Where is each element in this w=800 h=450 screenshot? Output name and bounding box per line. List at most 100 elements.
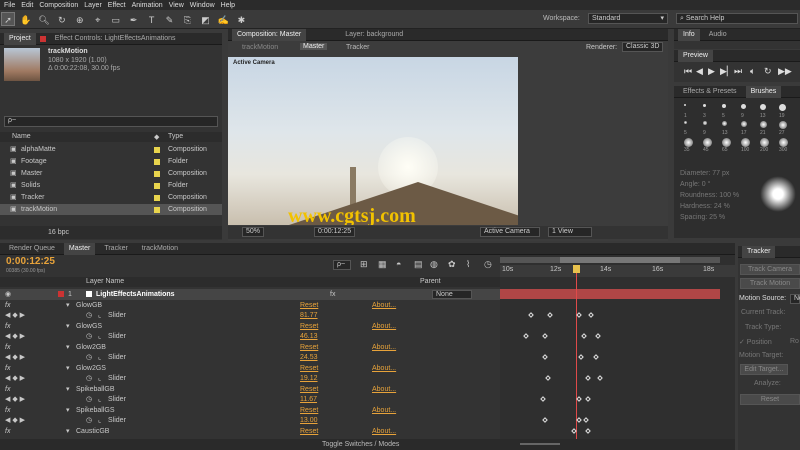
keyframe-nav-icon[interactable]: ◀ ◆ ▶ (5, 415, 25, 426)
stopwatch-icon[interactable]: ◷ (86, 373, 92, 384)
play-icon[interactable]: ▶ (708, 66, 715, 77)
brush-tip[interactable] (779, 104, 786, 111)
brush-property[interactable]: Hardness: 24 % (680, 203, 730, 210)
keyframe-nav-icon[interactable]: ◀ ◆ ▶ (5, 394, 25, 405)
slider-value[interactable]: 13.00 (300, 415, 318, 426)
about-link[interactable]: About... (372, 426, 396, 437)
frame-blending-icon[interactable]: ▤ (414, 259, 423, 270)
flow-trackmotion[interactable]: trackMotion (242, 44, 278, 51)
tab-tracker-panel[interactable]: Tracker (742, 245, 776, 258)
tab-composition-master[interactable]: Composition: Master (232, 28, 307, 41)
pen-tool-icon[interactable]: ✒ (127, 13, 141, 27)
rotation-checkbox[interactable]: Ro (790, 338, 799, 345)
label-color-icon[interactable] (154, 207, 160, 213)
tab-brushes[interactable]: Brushes (745, 85, 782, 98)
slider-row[interactable]: ◀ ◆ ▶ ◷ ⌞ Slider 81.77 (0, 310, 500, 321)
keyframe-icon[interactable] (542, 417, 549, 423)
layer-color-icon[interactable] (58, 291, 64, 297)
brush-tip[interactable] (684, 138, 693, 147)
slider-value[interactable]: 46.13 (300, 331, 318, 342)
keyframe-icon[interactable] (585, 375, 592, 381)
time-graph[interactable]: 10s 12s 14s 16s 18s (500, 255, 735, 439)
brush-tip[interactable] (741, 138, 750, 147)
effect-name[interactable]: CausticGB (76, 426, 109, 437)
label-color-icon[interactable] (154, 159, 160, 165)
menu-layer[interactable]: Layer (84, 2, 102, 9)
comp-viewer[interactable]: Active Camera www.cgtsj.com (228, 57, 518, 225)
camera-tool-icon[interactable]: ⊕ (73, 13, 87, 27)
brush-tip[interactable] (779, 138, 788, 147)
reset-link[interactable]: Reset (300, 426, 318, 437)
slider-row[interactable]: ◀ ◆ ▶ ◷ ⌞ Slider 13.00 (0, 415, 500, 426)
eraser-tool-icon[interactable]: ◩ (198, 13, 212, 27)
brainstorm-icon[interactable]: ✿ (448, 259, 456, 270)
hand-tool-icon[interactable]: ✋ (19, 13, 33, 27)
draft-3d-icon[interactable]: ▦ (378, 259, 387, 270)
keyframe-icon[interactable] (578, 354, 585, 360)
menu-help[interactable]: Help (221, 2, 235, 9)
label-color-icon[interactable] (154, 147, 160, 153)
brush-tip[interactable] (703, 104, 706, 107)
workspace-select[interactable]: Standard ▾ (588, 13, 668, 24)
slider-row[interactable]: ◀ ◆ ▶ ◷ ⌞ Slider 46.13 (0, 331, 500, 342)
position-checkbox[interactable]: ✓ Position (739, 338, 772, 346)
keyframe-icon[interactable] (547, 312, 553, 318)
edit-target-button[interactable]: Edit Target... (740, 364, 788, 375)
type-tool-icon[interactable]: T (145, 13, 159, 27)
slider-value[interactable]: 11.67 (300, 394, 317, 405)
renderer-select[interactable]: Classic 3D (622, 42, 664, 52)
keyframe-icon[interactable] (542, 333, 549, 339)
brush-property[interactable]: Roundness: 100 % (680, 192, 739, 199)
col-layer-name[interactable]: Layer Name (86, 278, 124, 285)
brush-tool-icon[interactable]: ✎ (163, 13, 177, 27)
keyframe-icon[interactable] (585, 428, 592, 434)
tab-project[interactable]: Project (4, 32, 36, 45)
search-help-input[interactable]: ⌕ Search Help (676, 13, 798, 24)
label-color-icon[interactable] (154, 171, 160, 177)
layer-duration-bar[interactable] (500, 289, 720, 299)
col-name[interactable]: Name (12, 133, 31, 140)
tab-render-queue[interactable]: Render Queue (4, 243, 60, 255)
brush-tip[interactable] (722, 104, 726, 108)
menu-window[interactable]: Window (190, 2, 215, 9)
flow-tracker[interactable]: Tracker (346, 44, 369, 51)
slider-row[interactable]: ◀ ◆ ▶ ◷ ⌞ Slider 11.67 (0, 394, 500, 405)
keyframe-icon[interactable] (597, 375, 604, 381)
track-camera-button[interactable]: Track Camera (740, 264, 800, 275)
project-item[interactable]: ▣ Master Composition (0, 168, 222, 179)
motion-source-select[interactable]: No (790, 294, 800, 304)
slider-row[interactable]: ◀ ◆ ▶ ◷ ⌞ Slider 19.12 (0, 373, 500, 384)
stopwatch-icon[interactable]: ◷ (86, 331, 92, 342)
camera-select[interactable]: Active Camera (480, 227, 540, 237)
motion-blur-icon[interactable]: ◍ (430, 259, 438, 270)
effect-row[interactable]: fx ▾ CausticGB Reset About... (0, 426, 500, 437)
project-item[interactable]: ▣ Tracker Composition (0, 192, 222, 203)
brush-tip[interactable] (760, 104, 766, 110)
tab-layer-background[interactable]: Layer: background (340, 29, 408, 41)
tab-audio[interactable]: Audio (704, 29, 732, 41)
brush-property[interactable]: Angle: 0 ° (680, 181, 710, 188)
menu-effect[interactable]: Effect (108, 2, 126, 9)
tab-trackmotion[interactable]: trackMotion (137, 243, 183, 255)
brush-tip[interactable] (722, 138, 731, 147)
tab-preview[interactable]: Preview (678, 49, 713, 62)
tab-tracker[interactable]: Tracker (99, 243, 132, 255)
project-search-input[interactable]: ρ~ (4, 116, 218, 127)
stopwatch-icon[interactable]: ◷ (86, 415, 92, 426)
pan-behind-tool-icon[interactable]: ⌖ (91, 13, 105, 27)
brush-tip[interactable] (703, 138, 712, 147)
keyframe-icon[interactable] (595, 333, 601, 339)
brush-tip[interactable] (741, 121, 747, 127)
toggle-switches-modes[interactable]: Toggle Switches / Modes (322, 441, 399, 448)
keyframe-nav-icon[interactable]: ◀ ◆ ▶ (5, 373, 25, 384)
project-item[interactable]: ▣ Solids Folder (0, 180, 222, 191)
shy-layers-icon[interactable]: ◓ (396, 259, 401, 269)
close-icon[interactable] (39, 35, 46, 42)
flow-master[interactable]: Master (300, 43, 328, 50)
ram-preview-icon[interactable]: ▶▶ (778, 66, 792, 77)
clone-tool-icon[interactable]: ⎘ (181, 13, 195, 27)
view-layout-select[interactable]: 1 View (548, 227, 592, 237)
project-item[interactable]: ▣ alphaMatte Composition (0, 144, 222, 155)
comp-mini-flowchart-icon[interactable]: ⊞ (360, 259, 368, 270)
roto-tool-icon[interactable]: ✍ (216, 13, 230, 27)
